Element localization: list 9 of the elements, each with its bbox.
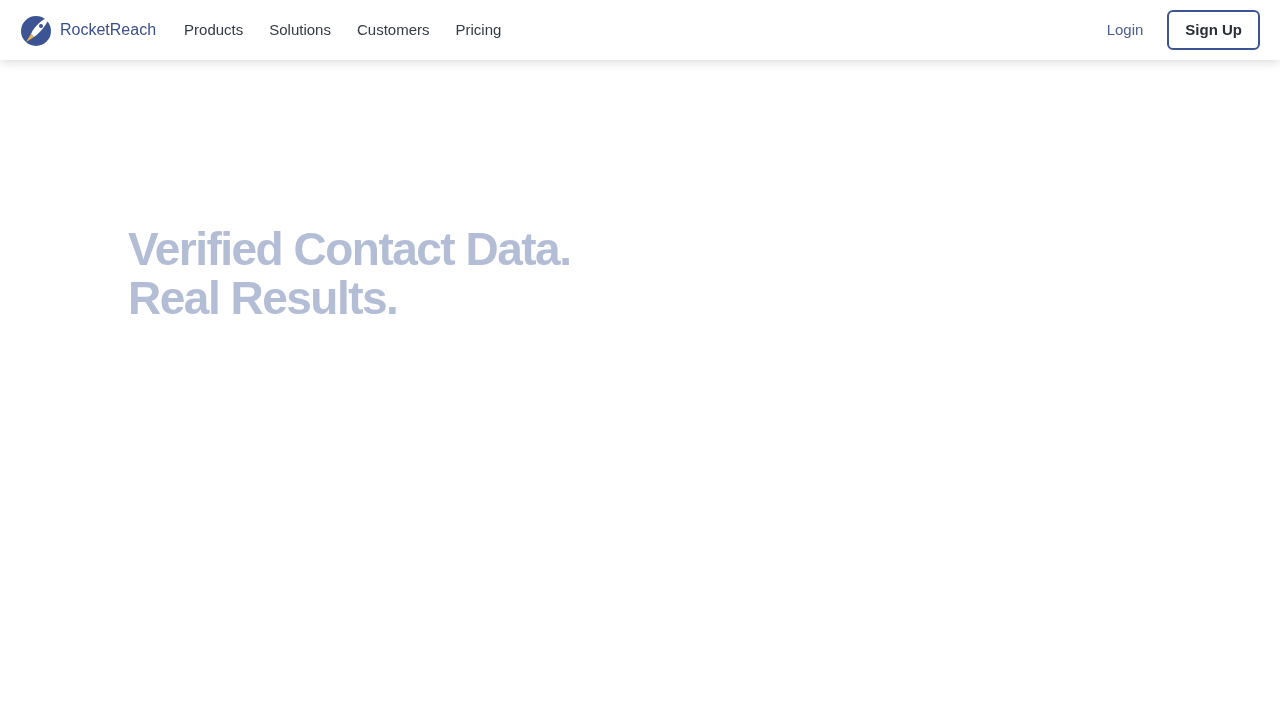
sign-up-button[interactable]: Sign Up <box>1167 10 1260 50</box>
nav-link[interactable]: Solutions <box>269 18 331 42</box>
brand-link[interactable]: RocketReach <box>20 14 157 46</box>
rocket-logo-icon <box>20 14 52 46</box>
nav-link[interactable]: Customers <box>356 18 430 42</box>
nav-link[interactable]: Pricing <box>455 18 502 42</box>
nav-link[interactable]: Products <box>184 18 244 42</box>
login-link[interactable]: Login <box>1106 18 1144 42</box>
hero-heading: Verified Contact Data. Real Results. <box>128 225 572 323</box>
